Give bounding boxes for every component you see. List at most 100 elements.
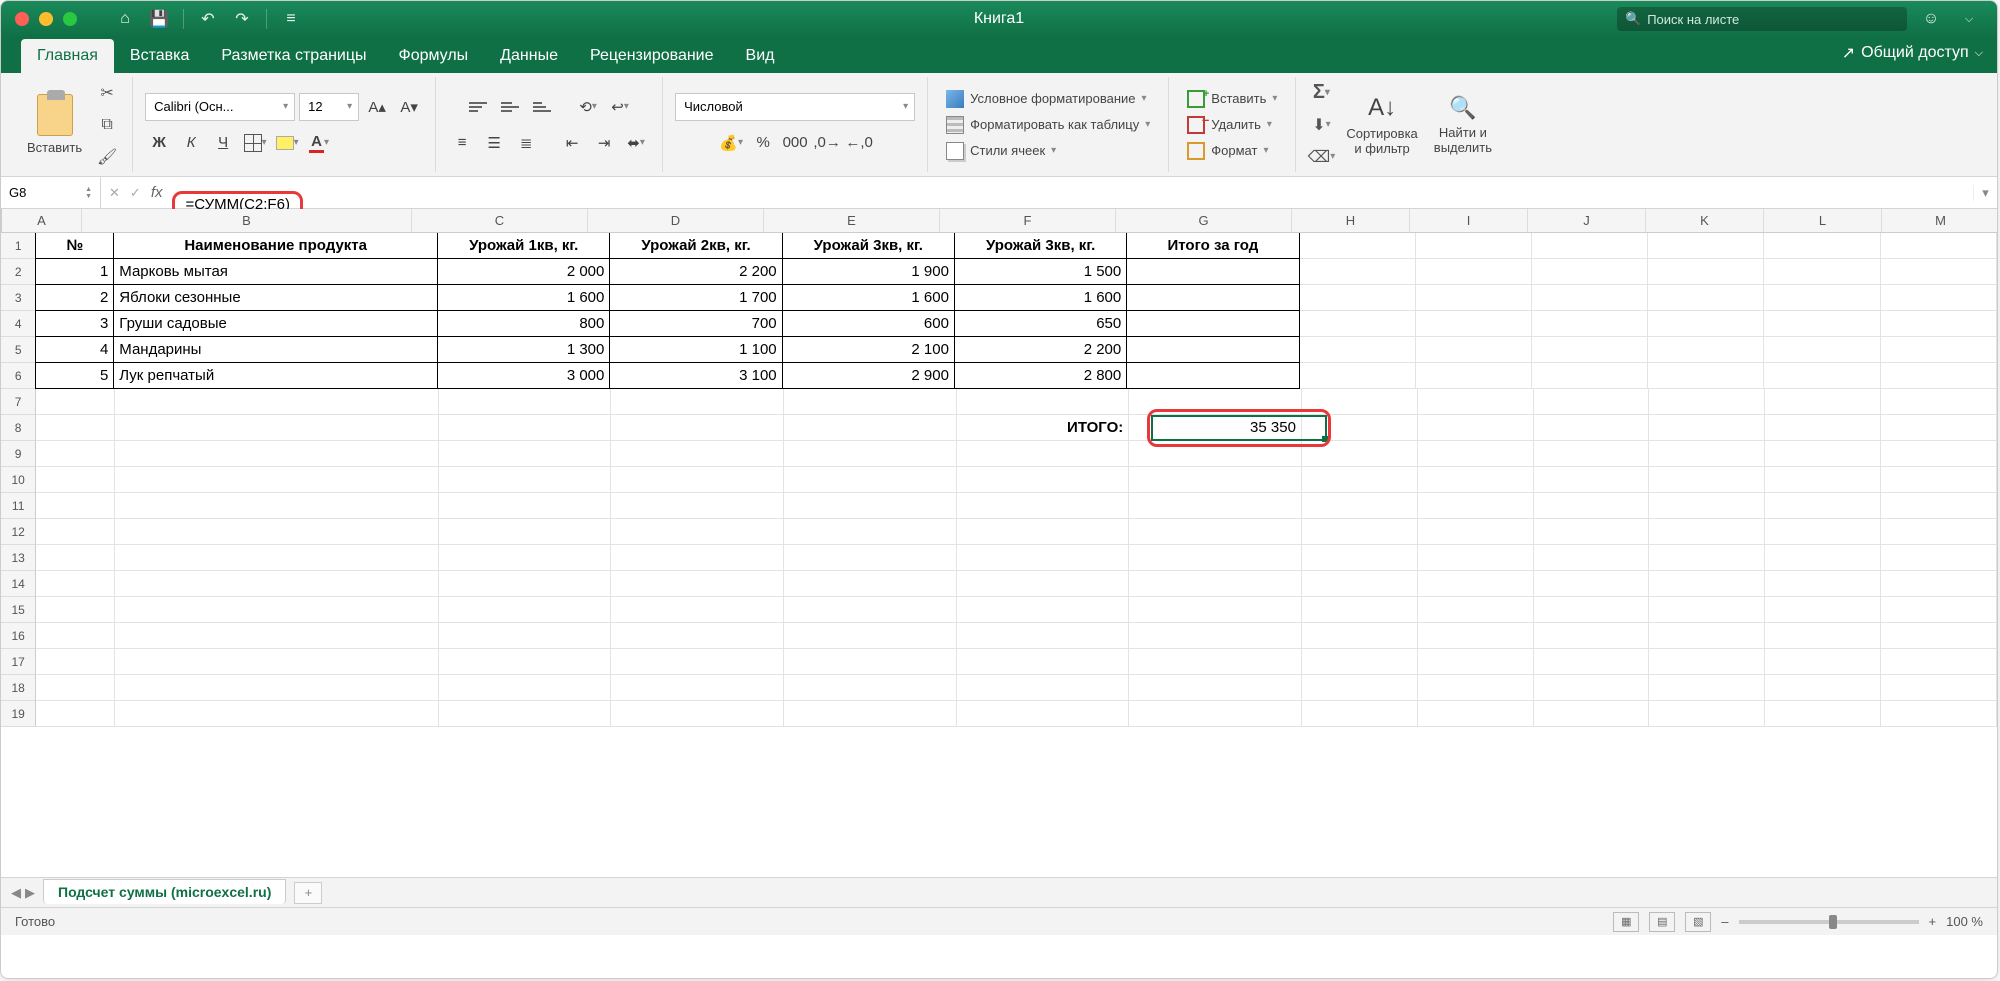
cell[interactable]: ИТОГО: bbox=[957, 415, 1130, 441]
delete-cells-button[interactable]: Удалить bbox=[1181, 114, 1278, 136]
row-header[interactable]: 9 bbox=[1, 441, 36, 467]
cell[interactable] bbox=[1648, 311, 1764, 337]
cell[interactable] bbox=[1648, 259, 1764, 285]
cell[interactable] bbox=[36, 649, 115, 675]
cell[interactable] bbox=[611, 545, 784, 571]
name-box-stepper[interactable]: ▲▼ bbox=[85, 186, 92, 200]
cell[interactable]: 1 600 bbox=[437, 284, 610, 311]
cell[interactable] bbox=[36, 441, 115, 467]
cell[interactable] bbox=[784, 545, 957, 571]
cell[interactable] bbox=[1534, 519, 1650, 545]
cell[interactable] bbox=[611, 389, 784, 415]
cell[interactable] bbox=[1416, 233, 1532, 259]
font-color-button[interactable]: А bbox=[305, 129, 333, 157]
align-right-icon[interactable]: ≣ bbox=[512, 129, 540, 157]
row-header[interactable]: 12 bbox=[1, 519, 36, 545]
tab-review[interactable]: Рецензирование bbox=[574, 39, 730, 73]
share-button[interactable]: ↗ Общий доступ ⌵ bbox=[1842, 43, 1983, 63]
underline-button[interactable]: Ч bbox=[209, 129, 237, 157]
cell[interactable] bbox=[1302, 623, 1418, 649]
fill-color-button[interactable] bbox=[273, 129, 301, 157]
cell[interactable] bbox=[1302, 597, 1418, 623]
cell[interactable] bbox=[1418, 415, 1534, 441]
cell[interactable] bbox=[1416, 363, 1532, 389]
cell[interactable] bbox=[957, 389, 1130, 415]
cell[interactable] bbox=[1764, 363, 1880, 389]
cell[interactable] bbox=[1302, 675, 1418, 701]
minimize-icon[interactable] bbox=[39, 12, 53, 26]
sheet-search-input[interactable]: 🔍 Поиск на листе bbox=[1617, 7, 1907, 31]
view-page-break-icon[interactable]: ▧ bbox=[1685, 912, 1711, 932]
cell[interactable]: 2 200 bbox=[954, 336, 1127, 363]
view-normal-icon[interactable]: ▦ bbox=[1613, 912, 1639, 932]
cell[interactable] bbox=[1129, 649, 1302, 675]
cell[interactable] bbox=[1881, 675, 1997, 701]
cell[interactable] bbox=[1302, 493, 1418, 519]
cell[interactable] bbox=[1765, 597, 1881, 623]
cell[interactable]: Груши садовые bbox=[113, 310, 438, 337]
cell[interactable] bbox=[1129, 467, 1302, 493]
row-header[interactable]: 19 bbox=[1, 701, 36, 727]
cell[interactable]: 35 350 bbox=[1129, 415, 1302, 441]
tab-formulas[interactable]: Формулы bbox=[383, 39, 485, 73]
cell[interactable] bbox=[1765, 415, 1881, 441]
cell[interactable] bbox=[1764, 233, 1880, 259]
cell[interactable] bbox=[36, 519, 115, 545]
cell[interactable] bbox=[1129, 571, 1302, 597]
cell[interactable] bbox=[115, 545, 439, 571]
maximize-icon[interactable] bbox=[63, 12, 77, 26]
cell[interactable] bbox=[1881, 233, 1997, 259]
cell[interactable] bbox=[957, 441, 1130, 467]
cell[interactable] bbox=[36, 467, 115, 493]
cell[interactable] bbox=[1649, 649, 1765, 675]
align-center-icon[interactable]: ☰ bbox=[480, 129, 508, 157]
cell[interactable] bbox=[1765, 389, 1881, 415]
percent-icon[interactable]: % bbox=[749, 129, 777, 157]
column-header[interactable]: F bbox=[940, 209, 1116, 232]
cell[interactable] bbox=[36, 389, 115, 415]
cell[interactable] bbox=[1302, 545, 1418, 571]
wrap-text-icon[interactable]: ↩ bbox=[606, 93, 634, 121]
cell[interactable]: 5 bbox=[35, 362, 114, 389]
cell[interactable] bbox=[1534, 467, 1650, 493]
cell[interactable] bbox=[1126, 284, 1299, 311]
redo-icon[interactable]: ↷ bbox=[228, 5, 256, 33]
cell[interactable] bbox=[957, 571, 1130, 597]
conditional-formatting-button[interactable]: Условное форматирование bbox=[940, 88, 1152, 110]
decrease-font-icon[interactable]: A▾ bbox=[395, 93, 423, 121]
format-as-table-button[interactable]: Форматировать как таблицу bbox=[940, 114, 1156, 136]
cell[interactable] bbox=[439, 415, 612, 441]
cell[interactable] bbox=[1765, 519, 1881, 545]
column-header[interactable]: A bbox=[2, 209, 82, 232]
cell[interactable]: Урожай 3кв, кг. bbox=[954, 232, 1127, 259]
copy-icon[interactable]: ⧉ bbox=[94, 112, 120, 138]
cell[interactable] bbox=[1648, 337, 1764, 363]
cell[interactable] bbox=[1302, 701, 1418, 727]
cell[interactable] bbox=[611, 415, 784, 441]
row-header[interactable]: 5 bbox=[1, 337, 36, 363]
cell[interactable] bbox=[611, 675, 784, 701]
cell[interactable] bbox=[1534, 701, 1650, 727]
cell[interactable] bbox=[957, 493, 1130, 519]
row-header[interactable]: 10 bbox=[1, 467, 36, 493]
cell[interactable] bbox=[36, 571, 115, 597]
merge-cells-icon[interactable]: ⬌ bbox=[622, 129, 650, 157]
cell[interactable] bbox=[1881, 623, 1997, 649]
align-bottom-icon[interactable] bbox=[528, 93, 556, 121]
cell[interactable]: Урожай 3кв, кг. bbox=[782, 232, 955, 259]
autosum-button[interactable]: Σ bbox=[1308, 80, 1334, 106]
cell[interactable] bbox=[439, 389, 612, 415]
cell[interactable] bbox=[1764, 285, 1880, 311]
column-header[interactable]: I bbox=[1410, 209, 1528, 232]
next-sheet-icon[interactable]: ▶ bbox=[25, 885, 35, 901]
cell[interactable]: 600 bbox=[782, 310, 955, 337]
cell[interactable] bbox=[1649, 493, 1765, 519]
cell[interactable] bbox=[1300, 337, 1416, 363]
cell[interactable] bbox=[611, 701, 784, 727]
cell[interactable] bbox=[439, 493, 612, 519]
cell[interactable] bbox=[1129, 597, 1302, 623]
cell[interactable] bbox=[439, 441, 612, 467]
number-format-select[interactable]: Числовой bbox=[675, 93, 915, 121]
cell[interactable] bbox=[957, 467, 1130, 493]
cell[interactable] bbox=[1418, 389, 1534, 415]
